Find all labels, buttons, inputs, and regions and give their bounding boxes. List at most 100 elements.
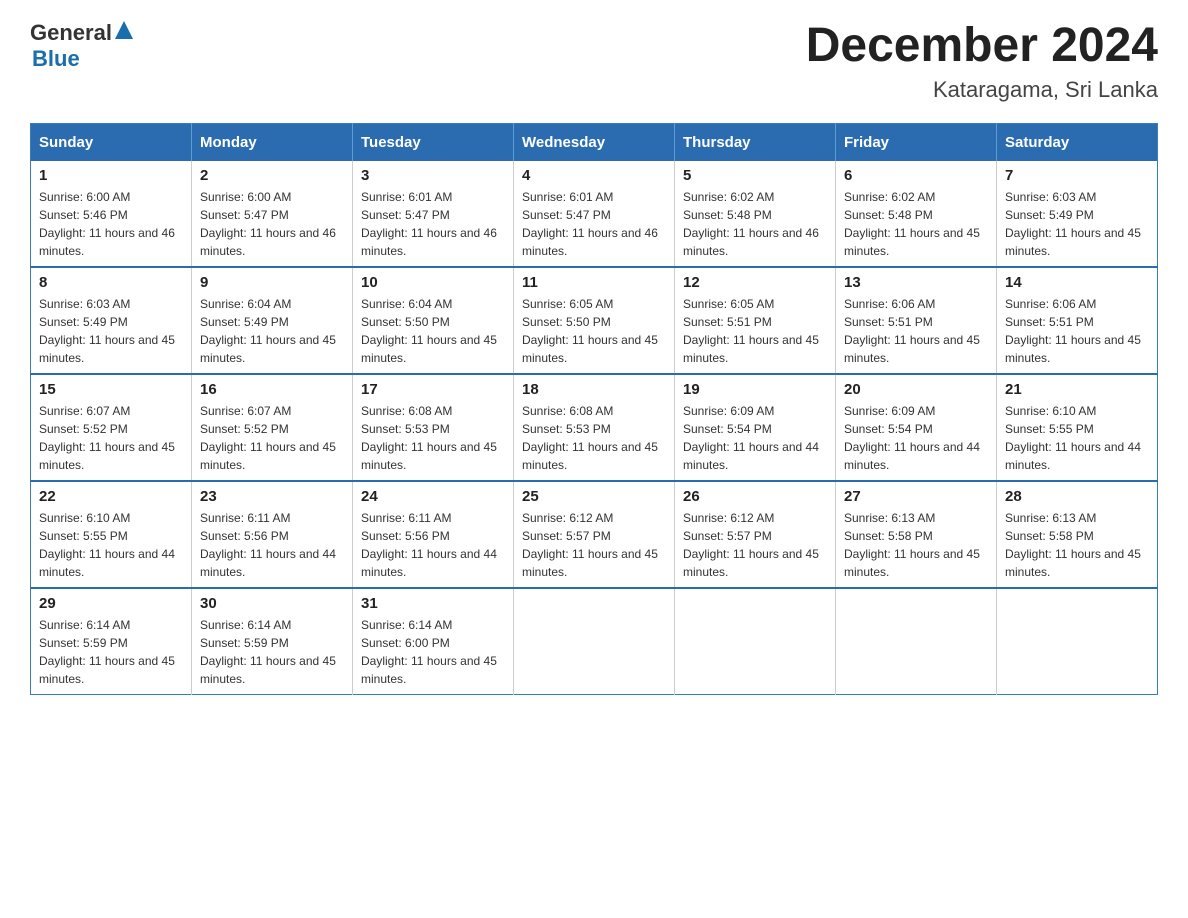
day-info: Sunrise: 6:09 AMSunset: 5:54 PMDaylight:… xyxy=(683,402,827,474)
day-number: 19 xyxy=(683,381,827,398)
col-monday: Monday xyxy=(192,123,353,161)
table-row: 26 Sunrise: 6:12 AMSunset: 5:57 PMDayligh… xyxy=(675,481,836,588)
page-header: General Blue December 2024 Kataragama, S… xyxy=(30,20,1158,103)
col-friday: Friday xyxy=(836,123,997,161)
day-number: 14 xyxy=(1005,274,1149,291)
day-number: 29 xyxy=(39,595,183,612)
table-row: 13 Sunrise: 6:06 AMSunset: 5:51 PMDayligh… xyxy=(836,267,997,374)
calendar-week-row: 22 Sunrise: 6:10 AMSunset: 5:55 PMDayligh… xyxy=(31,481,1158,588)
table-row: 7 Sunrise: 6:03 AMSunset: 5:49 PMDaylight… xyxy=(997,161,1158,267)
day-info: Sunrise: 6:00 AMSunset: 5:47 PMDaylight:… xyxy=(200,188,344,260)
table-row xyxy=(836,588,997,695)
table-row: 23 Sunrise: 6:11 AMSunset: 5:56 PMDayligh… xyxy=(192,481,353,588)
table-row: 22 Sunrise: 6:10 AMSunset: 5:55 PMDayligh… xyxy=(31,481,192,588)
day-number: 31 xyxy=(361,595,505,612)
day-info: Sunrise: 6:04 AMSunset: 5:50 PMDaylight:… xyxy=(361,295,505,367)
day-number: 15 xyxy=(39,381,183,398)
day-info: Sunrise: 6:14 AMSunset: 6:00 PMDaylight:… xyxy=(361,616,505,688)
table-row xyxy=(514,588,675,695)
table-row: 21 Sunrise: 6:10 AMSunset: 5:55 PMDayligh… xyxy=(997,374,1158,481)
day-number: 22 xyxy=(39,488,183,505)
table-row: 16 Sunrise: 6:07 AMSunset: 5:52 PMDayligh… xyxy=(192,374,353,481)
day-info: Sunrise: 6:14 AMSunset: 5:59 PMDaylight:… xyxy=(200,616,344,688)
day-info: Sunrise: 6:10 AMSunset: 5:55 PMDaylight:… xyxy=(1005,402,1149,474)
table-row: 9 Sunrise: 6:04 AMSunset: 5:49 PMDaylight… xyxy=(192,267,353,374)
day-info: Sunrise: 6:01 AMSunset: 5:47 PMDaylight:… xyxy=(361,188,505,260)
day-number: 17 xyxy=(361,381,505,398)
day-number: 13 xyxy=(844,274,988,291)
day-number: 25 xyxy=(522,488,666,505)
table-row: 28Sunrise: 6:13 AMSunset: 5:58 PMDayligh… xyxy=(997,481,1158,588)
table-row: 20 Sunrise: 6:09 AMSunset: 5:54 PMDayligh… xyxy=(836,374,997,481)
table-row: 17 Sunrise: 6:08 AMSunset: 5:53 PMDayligh… xyxy=(353,374,514,481)
calendar-table: Sunday Monday Tuesday Wednesday Thursday… xyxy=(30,123,1158,695)
day-number: 5 xyxy=(683,167,827,184)
day-number: 9 xyxy=(200,274,344,291)
day-info: Sunrise: 6:03 AMSunset: 5:49 PMDaylight:… xyxy=(1005,188,1149,260)
day-number: 26 xyxy=(683,488,827,505)
day-info: Sunrise: 6:12 AMSunset: 5:57 PMDaylight:… xyxy=(683,509,827,581)
day-info: Sunrise: 6:00 AMSunset: 5:46 PMDaylight:… xyxy=(39,188,183,260)
table-row: 18Sunrise: 6:08 AMSunset: 5:53 PMDayligh… xyxy=(514,374,675,481)
day-number: 24 xyxy=(361,488,505,505)
table-row: 27Sunrise: 6:13 AMSunset: 5:58 PMDayligh… xyxy=(836,481,997,588)
day-number: 30 xyxy=(200,595,344,612)
day-number: 6 xyxy=(844,167,988,184)
table-row: 10 Sunrise: 6:04 AMSunset: 5:50 PMDayligh… xyxy=(353,267,514,374)
calendar-week-row: 8Sunrise: 6:03 AMSunset: 5:49 PMDaylight… xyxy=(31,267,1158,374)
calendar-week-row: 15 Sunrise: 6:07 AMSunset: 5:52 PMDayligh… xyxy=(31,374,1158,481)
day-number: 16 xyxy=(200,381,344,398)
day-info: Sunrise: 6:11 AMSunset: 5:56 PMDaylight:… xyxy=(200,509,344,581)
table-row xyxy=(997,588,1158,695)
day-info: Sunrise: 6:10 AMSunset: 5:55 PMDaylight:… xyxy=(39,509,183,581)
calendar-subtitle: Kataragama, Sri Lanka xyxy=(806,77,1158,103)
col-wednesday: Wednesday xyxy=(514,123,675,161)
table-row: 8Sunrise: 6:03 AMSunset: 5:49 PMDaylight… xyxy=(31,267,192,374)
table-row: 1Sunrise: 6:00 AMSunset: 5:46 PMDaylight… xyxy=(31,161,192,267)
day-number: 2 xyxy=(200,167,344,184)
table-row xyxy=(675,588,836,695)
table-row: 4Sunrise: 6:01 AMSunset: 5:47 PMDaylight… xyxy=(514,161,675,267)
day-info: Sunrise: 6:11 AMSunset: 5:56 PMDaylight:… xyxy=(361,509,505,581)
day-info: Sunrise: 6:12 AMSunset: 5:57 PMDaylight:… xyxy=(522,509,666,581)
day-info: Sunrise: 6:08 AMSunset: 5:53 PMDaylight:… xyxy=(522,402,666,474)
day-info: Sunrise: 6:13 AMSunset: 5:58 PMDaylight:… xyxy=(844,509,988,581)
logo: General Blue xyxy=(30,20,133,72)
day-info: Sunrise: 6:02 AMSunset: 5:48 PMDaylight:… xyxy=(683,188,827,260)
day-info: Sunrise: 6:03 AMSunset: 5:49 PMDaylight:… xyxy=(39,295,183,367)
calendar-week-row: 1Sunrise: 6:00 AMSunset: 5:46 PMDaylight… xyxy=(31,161,1158,267)
header-row: Sunday Monday Tuesday Wednesday Thursday… xyxy=(31,123,1158,161)
title-block: December 2024 Kataragama, Sri Lanka xyxy=(806,20,1158,103)
day-info: Sunrise: 6:02 AMSunset: 5:48 PMDaylight:… xyxy=(844,188,988,260)
table-row: 12 Sunrise: 6:05 AMSunset: 5:51 PMDayligh… xyxy=(675,267,836,374)
calendar-title: December 2024 xyxy=(806,20,1158,73)
day-number: 7 xyxy=(1005,167,1149,184)
table-row: 6 Sunrise: 6:02 AMSunset: 5:48 PMDaylight… xyxy=(836,161,997,267)
day-info: Sunrise: 6:04 AMSunset: 5:49 PMDaylight:… xyxy=(200,295,344,367)
day-number: 12 xyxy=(683,274,827,291)
day-number: 3 xyxy=(361,167,505,184)
day-info: Sunrise: 6:05 AMSunset: 5:50 PMDaylight:… xyxy=(522,295,666,367)
calendar-week-row: 29 Sunrise: 6:14 AMSunset: 5:59 PMDayligh… xyxy=(31,588,1158,695)
table-row: 25 Sunrise: 6:12 AMSunset: 5:57 PMDayligh… xyxy=(514,481,675,588)
day-number: 21 xyxy=(1005,381,1149,398)
day-info: Sunrise: 6:06 AMSunset: 5:51 PMDaylight:… xyxy=(844,295,988,367)
table-row: 31 Sunrise: 6:14 AMSunset: 6:00 PMDayligh… xyxy=(353,588,514,695)
table-row: 3 Sunrise: 6:01 AMSunset: 5:47 PMDaylight… xyxy=(353,161,514,267)
day-number: 11 xyxy=(522,274,666,291)
day-number: 23 xyxy=(200,488,344,505)
day-info: Sunrise: 6:08 AMSunset: 5:53 PMDaylight:… xyxy=(361,402,505,474)
day-info: Sunrise: 6:07 AMSunset: 5:52 PMDaylight:… xyxy=(200,402,344,474)
day-info: Sunrise: 6:14 AMSunset: 5:59 PMDaylight:… xyxy=(39,616,183,688)
day-number: 20 xyxy=(844,381,988,398)
day-info: Sunrise: 6:06 AMSunset: 5:51 PMDaylight:… xyxy=(1005,295,1149,367)
table-row: 24 Sunrise: 6:11 AMSunset: 5:56 PMDayligh… xyxy=(353,481,514,588)
table-row: 14 Sunrise: 6:06 AMSunset: 5:51 PMDayligh… xyxy=(997,267,1158,374)
table-row: 29 Sunrise: 6:14 AMSunset: 5:59 PMDayligh… xyxy=(31,588,192,695)
logo-triangle-icon xyxy=(115,21,133,39)
day-number: 10 xyxy=(361,274,505,291)
day-info: Sunrise: 6:09 AMSunset: 5:54 PMDaylight:… xyxy=(844,402,988,474)
table-row: 19 Sunrise: 6:09 AMSunset: 5:54 PMDayligh… xyxy=(675,374,836,481)
day-info: Sunrise: 6:05 AMSunset: 5:51 PMDaylight:… xyxy=(683,295,827,367)
col-thursday: Thursday xyxy=(675,123,836,161)
